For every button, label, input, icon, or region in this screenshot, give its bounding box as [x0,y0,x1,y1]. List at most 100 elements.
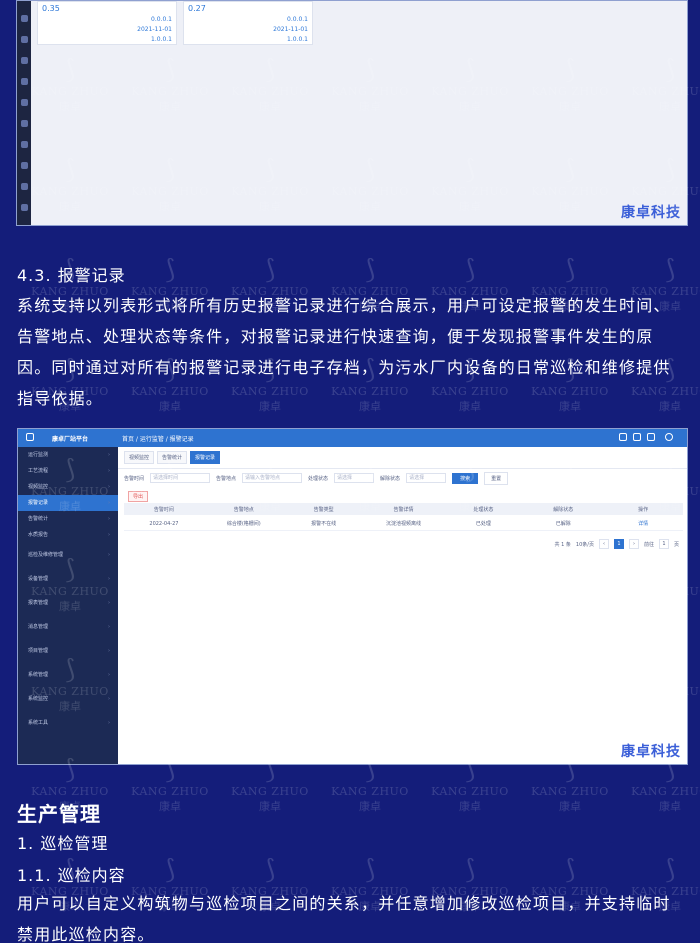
watermark-en: KANG ZHUO [331,785,409,798]
tab-item[interactable]: 告警统计 [157,451,188,464]
breadcrumb: 首页 / 运行监管 / 报警记录 [122,436,194,443]
filter-label: 处理状态 [308,475,329,482]
tab-item[interactable]: 视频监控 [124,451,155,464]
filter-select[interactable]: 请选择 [406,473,447,483]
watermark-en: KANG ZHUO [531,785,609,798]
sidebar-item[interactable]: 系统管理 [18,663,118,687]
watermark-logo-icon: ⟆ [564,855,576,885]
production-item-1: 1. 巡检管理 [17,834,109,853]
bell-icon[interactable] [647,433,655,441]
filter-select[interactable]: 请选择 [334,473,375,483]
filter-label: 告警地点 [216,475,237,482]
section-paragraph: 系统支持以列表形式将所有历史报警记录进行综合展示，用户可设定报警的发生时间、告警… [17,296,671,408]
tab-item-active[interactable]: 报警记录 [190,451,221,464]
brand-logo: 康卓科技 [621,744,681,760]
table-cell: 已处理 [475,521,491,527]
fullscreen-icon[interactable] [633,433,641,441]
app-title: 康卓厂站平台 [52,436,89,443]
prev-page-button[interactable]: ‹ [598,539,609,549]
app-sidebar: 运行监测 工艺流程 视频监控 报警记录 告警统计 水质报告 巡检及维修管理 设备… [18,447,118,764]
filter-bar: 告警时间 请选择时间 告警地点 请输入告警地点 处理状态 请选择 解除状态 请选… [124,471,683,485]
column-header: 告警详情 [393,506,414,513]
filter-label: 解除状态 [380,475,401,482]
watermark-logo-icon: ⟆ [164,255,176,285]
export-button[interactable]: 导出 [128,491,149,502]
metric-value: 0.27 [188,4,206,13]
brand-logo: 康卓科技 [621,205,681,221]
pager-size-select[interactable]: 10条/页 [576,541,594,548]
sidebar-item[interactable]: 项目管理 [18,639,118,663]
search-button[interactable]: 搜索 [452,472,479,484]
sidebar-item[interactable]: 报表管理 [18,591,118,615]
column-header: 告警类型 [313,506,334,513]
table-cell: 报警不在线 [311,521,337,527]
watermark-cn: 康卓 [459,800,481,813]
column-header: 告警时间 [153,506,174,513]
column-header: 告警地点 [233,506,254,513]
watermark-logo-icon: ⟆ [564,255,576,285]
sidebar-item[interactable]: 工艺流程 [18,463,118,479]
watermark-logo-icon: ⟆ [664,855,676,885]
table-cell: 已解除 [555,521,571,527]
watermark-logo-icon: ⟆ [164,855,176,885]
dashboard-screenshot: 0.35 0.0.0.1 2021-11-01 1.0.0.1 0.27 0.0… [16,0,688,226]
main-content: 视频监控 告警统计 报警记录 告警时间 请选择时间 告警地点 请输入告警地点 处… [118,447,687,764]
column-header: 解除状态 [553,506,574,513]
logo-icon [26,433,34,441]
page-button[interactable]: 1 [613,539,624,549]
production-paragraph: 用户可以自定义构筑物与巡检项目之间的关系，并任意增加修改巡检项目，并支持临时禁用… [17,894,671,943]
metric-value: 0.35 [42,4,60,13]
watermark-logo-icon: ⟆ [364,855,376,885]
reset-button[interactable]: 重置 [484,471,509,485]
watermark-en: KANG ZHUO [31,785,109,798]
table-header: 告警时间 告警地点 告警类型 告警详情 处理状态 解除状态 操作 [124,503,683,515]
watermark-en: KANG ZHUO [431,785,509,798]
tab-bar: 视频监控 告警统计 报警记录 [118,447,687,469]
watermark-logo-icon: ⟆ [364,255,376,285]
pagination: 共 1 条 10条/页 ‹ 1 › 前往 1 页 [555,539,679,549]
next-page-button[interactable]: › [628,539,639,549]
sidebar-item[interactable]: 巡检及维修管理 [18,543,118,567]
watermark-cn: 康卓 [159,800,181,813]
section-heading: 4.3. 报警记录 [17,266,126,285]
sidebar-item[interactable]: 告警统计 [18,511,118,527]
watermark-cn: 康卓 [559,800,581,813]
sidebar-item[interactable]: 系统工具 [18,711,118,735]
table-cell: 综合楼(格栅间) [226,521,261,527]
pager-goto-input[interactable]: 1 [658,539,669,549]
sidebar-item[interactable]: 水质报告 [18,527,118,543]
table-cell: 2022-04-27 [149,520,179,527]
watermark-en: KANG ZHUO [631,785,700,798]
watermark-logo-icon: ⟆ [264,255,276,285]
sidebar-item[interactable]: 设备管理 [18,567,118,591]
sidebar-item[interactable]: 运行监测 [18,447,118,463]
pager-goto-suffix: 页 [673,541,679,548]
sidebar-item[interactable]: 系统监控 [18,687,118,711]
filter-label: 告警时间 [124,475,145,482]
screenshot-sidebar [17,1,31,225]
watermark-en: KANG ZHUO [231,785,309,798]
watermark-cn: 康卓 [359,800,381,813]
sidebar-item[interactable]: 消息管理 [18,615,118,639]
metric-card: 0.27 0.0.0.1 2021-11-01 1.0.0.1 [183,1,313,45]
avatar[interactable] [665,433,673,441]
filter-input[interactable]: 请输入告警地点 [242,473,303,483]
metric-card: 0.35 0.0.0.1 2021-11-01 1.0.0.1 [37,1,177,45]
watermark-en: KANG ZHUO [131,785,209,798]
details-link[interactable]: 详情 [603,520,683,527]
sidebar-item-active[interactable]: 报警记录 [18,495,118,511]
watermark-logo-icon: ⟆ [464,855,476,885]
pager-goto-label: 前往 [643,541,654,548]
column-header: 操作 [638,506,649,513]
table-cell: 沉淀池视频离线 [386,521,422,527]
sidebar-item[interactable]: 视频监控 [18,479,118,495]
filter-input[interactable]: 请选择时间 [150,473,211,483]
watermark-logo-icon: ⟆ [464,255,476,285]
watermark-logo-icon: ⟆ [264,855,276,885]
watermark-cn: 康卓 [259,800,281,813]
app-header: 康卓厂站平台 首页 / 运行监管 / 报警记录 [18,429,687,447]
column-header: 处理状态 [473,506,494,513]
production-item-1-1: 1.1. 巡检内容 [17,866,126,885]
watermark-cn: 康卓 [659,800,681,813]
search-icon[interactable] [619,433,627,441]
